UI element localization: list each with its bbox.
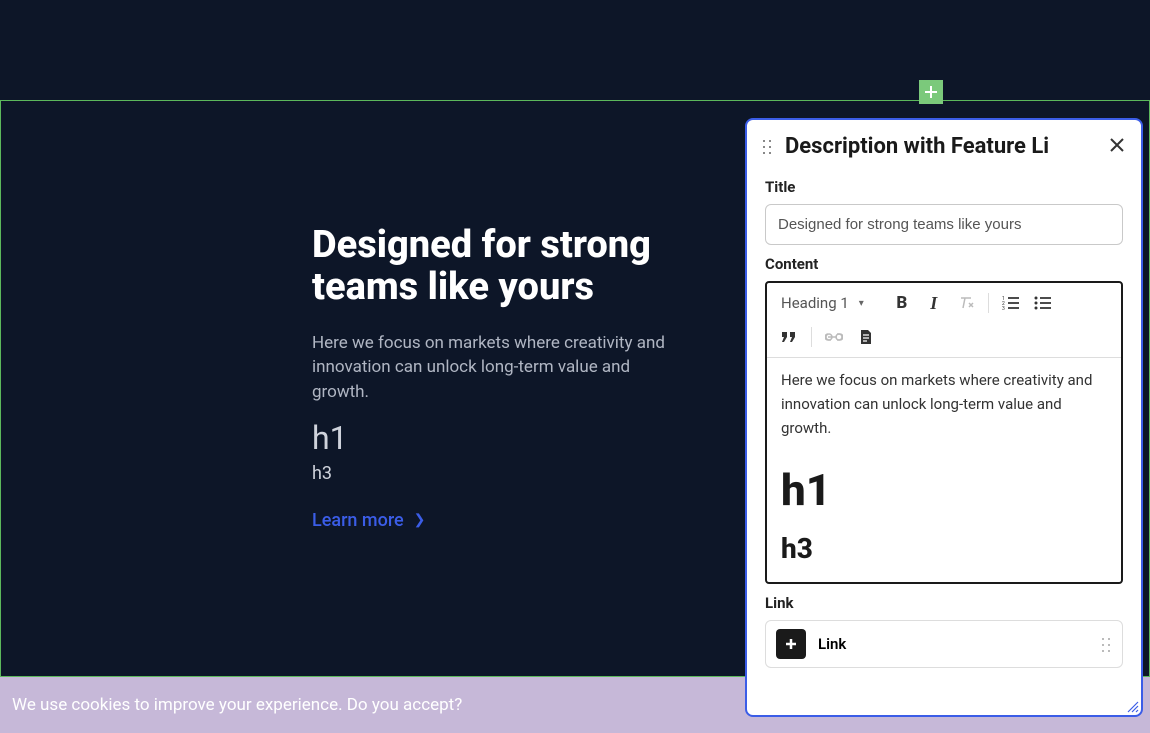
chevron-right-icon: ❯: [414, 512, 426, 528]
resize-icon: [1127, 701, 1139, 713]
document-icon: [859, 329, 873, 345]
drag-handle-icon[interactable]: [761, 138, 773, 154]
title-field-label: Title: [765, 178, 1123, 196]
unordered-list-button[interactable]: [1029, 289, 1057, 317]
drag-handle-icon[interactable]: [1100, 636, 1112, 652]
rte-paragraph: Here we focus on markets where creativit…: [781, 368, 1107, 440]
close-icon: [1109, 137, 1125, 153]
unordered-list-icon: [1034, 295, 1052, 311]
rte-h1: h1: [781, 464, 1107, 516]
preview-h1-sample: h1: [312, 419, 682, 457]
add-link-button[interactable]: [776, 629, 806, 659]
plus-icon: [924, 85, 938, 99]
panel-title: Description with Feature Li: [785, 134, 1095, 159]
link-button[interactable]: [820, 323, 848, 351]
toolbar-separator: [811, 327, 812, 347]
blockquote-button[interactable]: [775, 323, 803, 351]
close-button[interactable]: [1107, 132, 1127, 160]
format-select[interactable]: Heading 1 ▾: [775, 290, 870, 316]
content-preview: Designed for strong teams like yours Her…: [312, 225, 682, 531]
format-select-value: Heading 1: [781, 294, 849, 312]
title-input[interactable]: [765, 204, 1123, 245]
learn-more-link[interactable]: Learn more ❯: [312, 510, 425, 531]
add-section-button[interactable]: [919, 80, 943, 104]
editor-panel: Description with Feature Li Title Conten…: [745, 118, 1143, 717]
chevron-down-icon: ▾: [859, 298, 864, 309]
link-field-label: Link: [765, 594, 1123, 612]
rte-h3: h3: [781, 532, 1107, 565]
rich-text-editor: Heading 1 ▾ B I 123: [765, 281, 1123, 584]
ordered-list-button[interactable]: 123: [997, 289, 1025, 317]
toolbar-separator: [988, 293, 989, 313]
clear-format-button[interactable]: [952, 289, 980, 317]
editor-header: Description with Feature Li: [747, 120, 1141, 168]
plus-icon: [784, 637, 798, 651]
italic-icon: I: [930, 293, 937, 314]
link-card: Link: [765, 620, 1123, 668]
content-field-label: Content: [765, 255, 1123, 273]
preview-body: Here we focus on markets where creativit…: [312, 331, 682, 405]
cookie-message: We use cookies to improve your experienc…: [12, 695, 462, 715]
link-icon: [825, 332, 843, 342]
bold-button[interactable]: B: [888, 289, 916, 317]
preview-h3-sample: h3: [312, 463, 682, 484]
link-card-label: Link: [818, 635, 1088, 653]
quote-icon: [781, 331, 797, 343]
italic-button[interactable]: I: [920, 289, 948, 317]
svg-text:3: 3: [1002, 306, 1005, 311]
preview-heading: Designed for strong teams like yours: [312, 225, 682, 309]
learn-more-text: Learn more: [312, 510, 404, 531]
bold-icon: B: [896, 293, 907, 313]
ordered-list-icon: 123: [1002, 295, 1020, 311]
rte-toolbar: Heading 1 ▾ B I 123: [767, 283, 1121, 358]
clear-format-icon: [958, 295, 974, 311]
rte-content-area[interactable]: Here we focus on markets where creativit…: [767, 358, 1121, 582]
editor-body: Title Content Heading 1 ▾ B I 123: [747, 168, 1141, 715]
document-button[interactable]: [852, 323, 880, 351]
resize-handle[interactable]: [1127, 701, 1139, 713]
